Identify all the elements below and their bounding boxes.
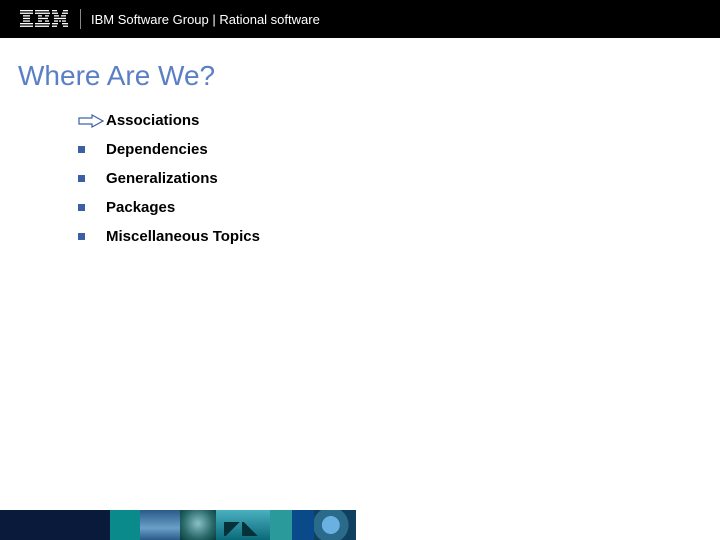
page-title: Where Are We? bbox=[18, 60, 215, 92]
list-item-label: Miscellaneous Topics bbox=[106, 228, 260, 245]
content-list: Associations Dependencies Generalization… bbox=[78, 112, 260, 257]
ibm-logo-icon bbox=[20, 10, 68, 28]
footer-graphic bbox=[0, 510, 720, 540]
header-text: IBM Software Group | Rational software bbox=[91, 12, 320, 27]
list-item-label: Generalizations bbox=[106, 170, 218, 187]
square-bullet-icon bbox=[78, 233, 106, 240]
square-bullet-icon bbox=[78, 146, 106, 153]
list-item: Miscellaneous Topics bbox=[78, 228, 260, 245]
slide: IBM Software Group | Rational software W… bbox=[0, 0, 720, 540]
square-bullet-icon bbox=[78, 204, 106, 211]
footer bbox=[0, 500, 720, 540]
list-item: Generalizations bbox=[78, 170, 260, 187]
arrow-right-icon bbox=[78, 114, 106, 128]
list-item-label: Associations bbox=[106, 112, 199, 129]
list-item-label: Dependencies bbox=[106, 141, 208, 158]
list-item: Dependencies bbox=[78, 141, 260, 158]
header-bar: IBM Software Group | Rational software bbox=[0, 0, 720, 38]
header-divider bbox=[80, 9, 81, 29]
list-item: Packages bbox=[78, 199, 260, 216]
list-item-label: Packages bbox=[106, 199, 175, 216]
list-item: Associations bbox=[78, 112, 260, 129]
square-bullet-icon bbox=[78, 175, 106, 182]
